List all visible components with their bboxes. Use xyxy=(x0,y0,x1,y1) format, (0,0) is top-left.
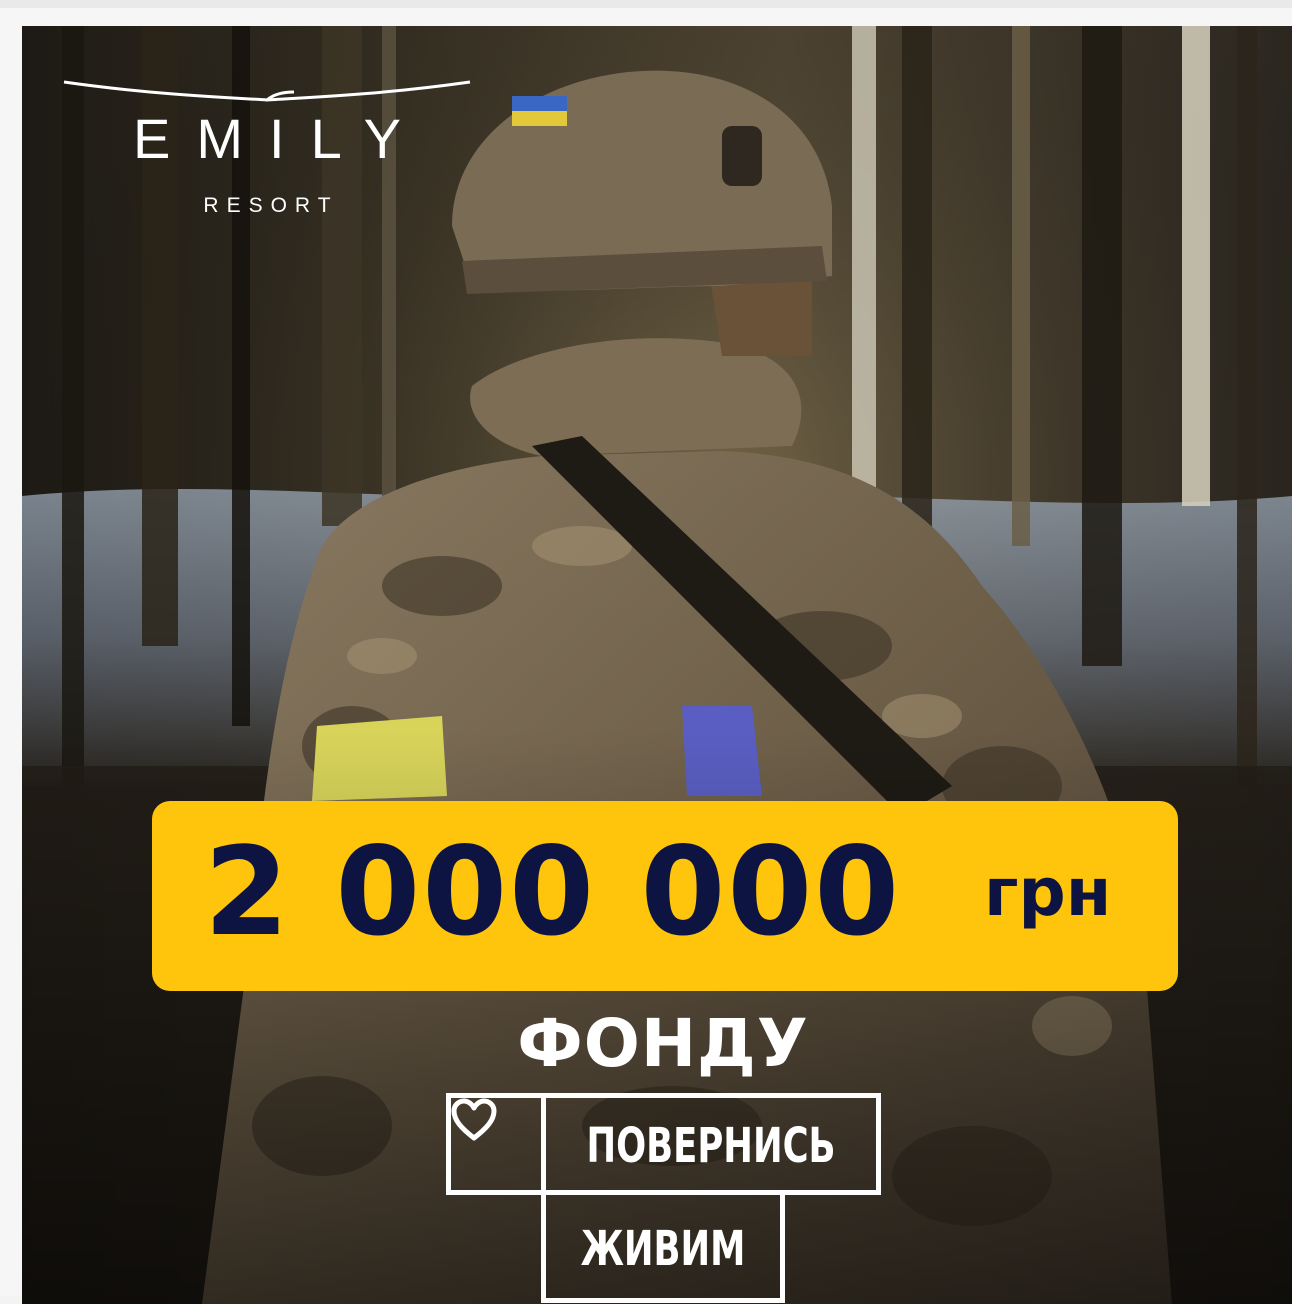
fund-name-box-1: ПОВЕРНИСЬ xyxy=(541,1093,881,1195)
fund-name-box-2: ЖИВИМ xyxy=(541,1190,785,1303)
post-frame: EMILY RESORT 2 000 000 грн ФОНДУ ПОВЕРНИ… xyxy=(0,0,1292,1304)
amount-value: 2 000 000 xyxy=(204,821,902,963)
fund-name-line1: ПОВЕРНИСЬ xyxy=(586,1118,836,1174)
heart-icon xyxy=(451,1098,497,1141)
soldier-photo: EMILY RESORT 2 000 000 грн ФОНДУ ПОВЕРНИ… xyxy=(22,26,1292,1304)
fund-heart-box xyxy=(446,1093,546,1195)
emily-resort-logo: EMILY RESORT xyxy=(62,76,472,246)
amount-unit: грн xyxy=(984,854,1112,931)
amount-banner: 2 000 000 грн xyxy=(152,801,1178,991)
logo-subtitle: RESORT xyxy=(203,194,339,217)
fund-label: ФОНДУ xyxy=(517,1005,809,1082)
fund-name-line2: ЖИВИМ xyxy=(580,1221,746,1277)
logo-word: EMILY xyxy=(133,107,427,170)
fund-logo: ПОВЕРНИСЬ ЖИВИМ xyxy=(446,1093,886,1303)
